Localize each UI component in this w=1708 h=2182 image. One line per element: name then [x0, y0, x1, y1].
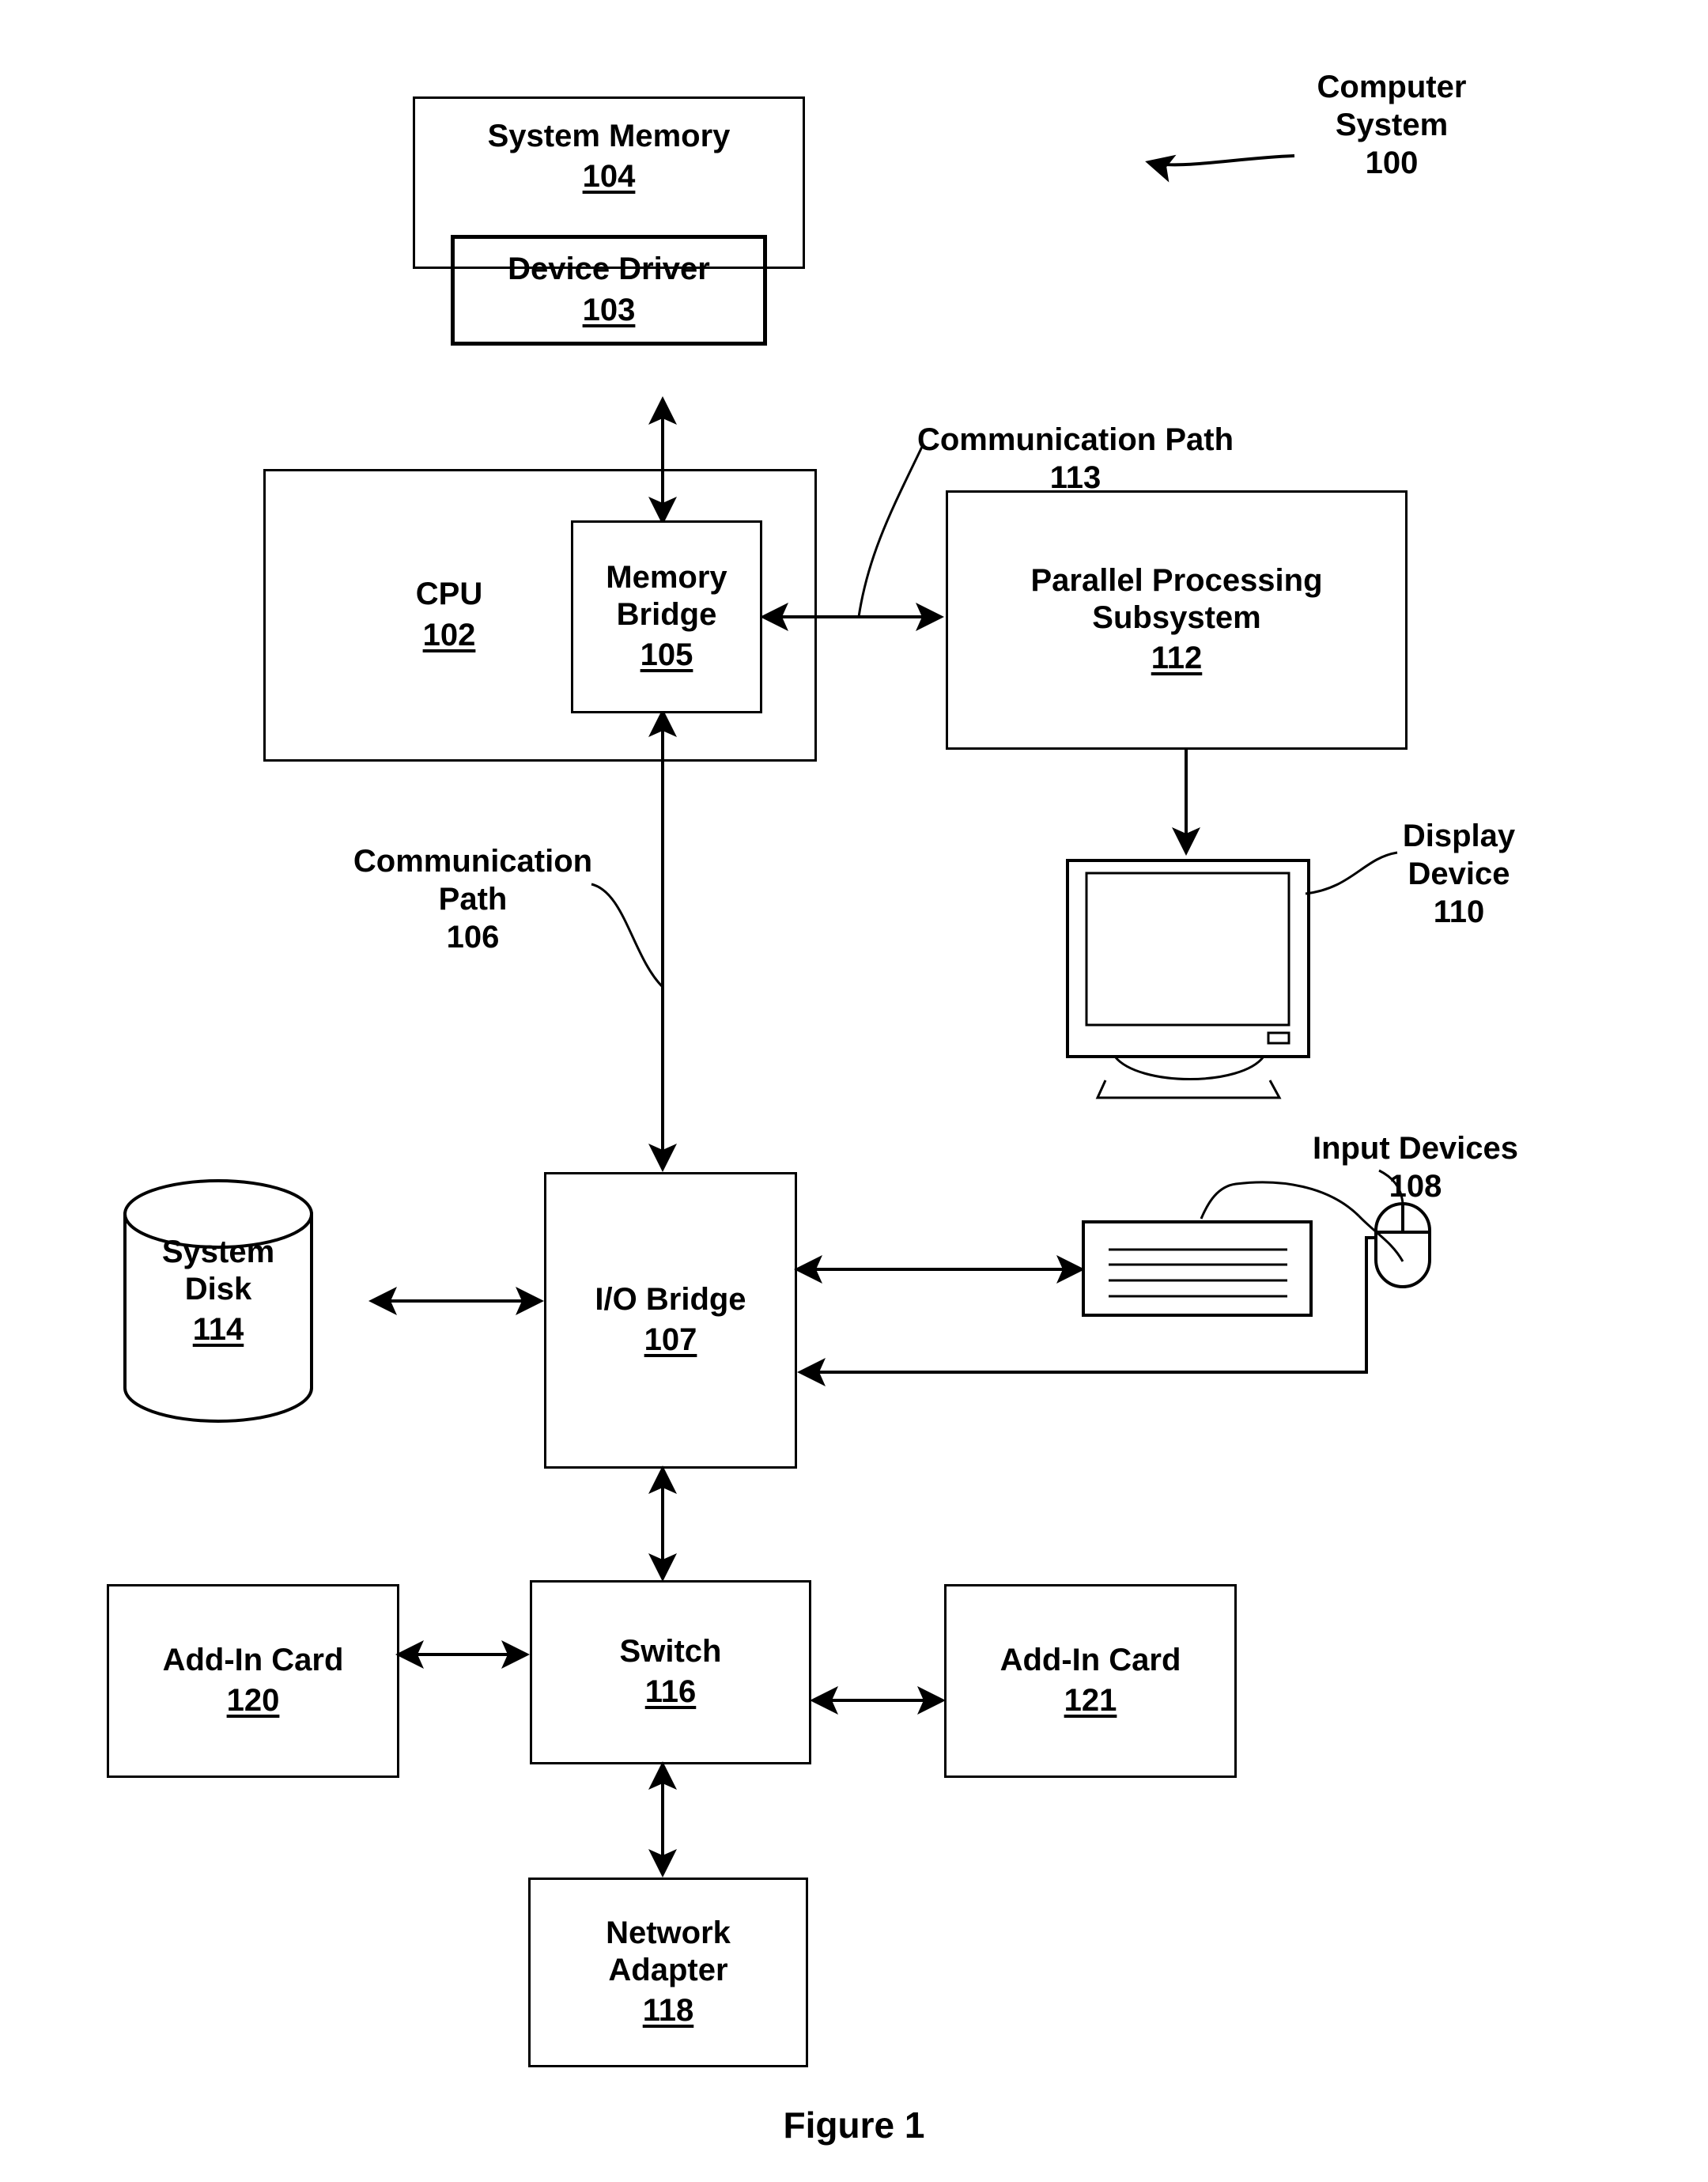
block-add-in-card-121-title: Add-In Card: [999, 1642, 1181, 1677]
block-switch-ref: 116: [644, 1674, 697, 1710]
block-io-bridge-title: I/O Bridge: [595, 1281, 746, 1317]
block-memory-bridge: Memory Bridge 105: [571, 520, 762, 713]
block-add-in-card-121: Add-In Card 121: [944, 1584, 1237, 1778]
label-input-devices-title: Input Devices: [1312, 1131, 1519, 1166]
block-io-bridge: I/O Bridge 107: [544, 1172, 797, 1469]
label-display-device: Display Device 110: [1344, 779, 1574, 969]
block-memory-bridge-title: Memory Bridge: [606, 559, 727, 632]
label-computer-system-title: Computer System: [1317, 70, 1467, 142]
label-comm-path-113-title: Communication Path: [916, 422, 1234, 457]
block-device-driver-title: Device Driver: [508, 251, 710, 287]
label-comm-path-106: Communication Path 106: [315, 804, 631, 994]
block-parallel-processing-subsystem-title: Parallel Processing Subsystem: [1030, 562, 1323, 635]
label-display-device-ref: 110: [1433, 894, 1485, 929]
block-add-in-card-120-ref: 120: [226, 1683, 280, 1719]
block-system-memory-ref: 104: [582, 159, 636, 195]
block-device-driver-ref: 103: [582, 292, 636, 327]
label-comm-path-113: Communication Path 113: [870, 383, 1281, 535]
block-network-adapter-ref: 118: [642, 1993, 694, 2029]
block-network-adapter: Network Adapter 118: [528, 1878, 808, 2067]
block-cpu-title: CPU: [415, 577, 483, 612]
label-input-devices-ref: 108: [1389, 1169, 1442, 1204]
label-computer-system-ref: 100: [1365, 146, 1419, 180]
label-computer-system: Computer System 100: [1257, 30, 1526, 220]
block-switch-title: Switch: [619, 1633, 722, 1669]
block-add-in-card-120-title: Add-In Card: [162, 1642, 344, 1677]
label-comm-path-113-ref: 113: [1049, 460, 1102, 495]
display-device-shape: [1066, 859, 1310, 1099]
block-parallel-processing-subsystem-ref: 112: [1151, 641, 1203, 676]
block-device-driver: Device Driver 103: [451, 235, 767, 346]
block-network-adapter-title: Network Adapter: [606, 1915, 731, 1987]
label-input-devices: Input Devices 108: [1265, 1091, 1566, 1243]
block-cpu-ref: 102: [422, 617, 476, 652]
figure-page: System Memory 104 Device Driver 103 CPU …: [0, 0, 1708, 2182]
edge-mouse-iobridge: [797, 1236, 1376, 1386]
block-io-bridge-ref: 107: [644, 1322, 697, 1358]
block-system-disk: System Disk 114: [125, 1234, 312, 1349]
block-system-memory-title: System Memory: [487, 119, 731, 153]
label-comm-path-106-title: Communication Path: [353, 844, 593, 917]
block-switch: Switch 116: [530, 1580, 811, 1764]
block-system-disk-ref: 114: [192, 1312, 244, 1348]
label-comm-path-106-ref: 106: [446, 920, 500, 955]
block-memory-bridge-ref: 105: [640, 637, 693, 673]
label-display-device-title: Display Device: [1402, 819, 1516, 891]
block-add-in-card-121-ref: 121: [1064, 1683, 1117, 1719]
figure-caption: Figure 1: [783, 2104, 925, 2146]
block-system-disk-title: System Disk: [161, 1235, 275, 1307]
block-add-in-card-120: Add-In Card 120: [107, 1584, 399, 1778]
